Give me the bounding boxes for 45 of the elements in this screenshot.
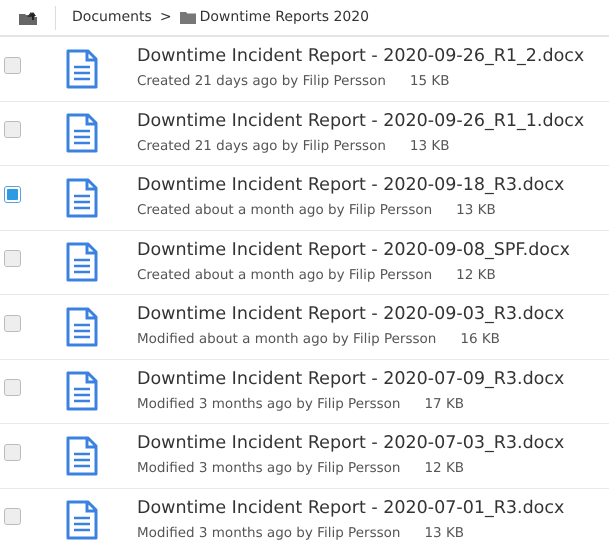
- file-name[interactable]: Downtime Incident Report - 2020-09-18_R3.docx: [137, 175, 564, 196]
- document-icon: [66, 113, 98, 154]
- file-name[interactable]: Downtime Incident Report - 2020-07-09_R3.docx: [137, 368, 564, 390]
- document-icon: [66, 500, 98, 540]
- file-name[interactable]: Downtime Incident Report - 2020-07-01_R3.docx: [137, 498, 564, 519]
- file-details: Created 21 days ago by Filip Persson: [137, 72, 386, 92]
- file-size: 13 KB: [410, 136, 450, 156]
- breadcrumb-separator: >: [160, 8, 172, 27]
- checkbox[interactable]: [4, 186, 21, 203]
- breadcrumb-link[interactable]: Documents: [72, 7, 152, 28]
- file-details: Modified 3 months ago by Filip Persson: [137, 459, 400, 478]
- file-size: 17 KB: [424, 394, 464, 414]
- file-name[interactable]: Downtime Incident Report - 2020-07-03_R3.docx: [137, 433, 564, 454]
- file-name[interactable]: Downtime Incident Report - 2020-09-26_R1_1.docx: [137, 110, 584, 132]
- file-details: Created about a month ago by Filip Persson: [137, 266, 432, 285]
- breadcrumb-link[interactable]: Downtime Reports 2020: [200, 7, 370, 28]
- document-icon: [66, 436, 98, 476]
- file-name[interactable]: Downtime Incident Report - 2020-09-03_R3.docx: [137, 304, 564, 326]
- file-details: Modified 3 months ago by Filip Persson: [137, 524, 400, 543]
- checkbox[interactable]: [4, 379, 21, 396]
- document-icon: [66, 242, 98, 282]
- folder-up-icon: [18, 10, 36, 24]
- checkbox[interactable]: [4, 508, 21, 526]
- document-icon: [66, 306, 98, 347]
- file-size: 12 KB: [424, 459, 464, 478]
- checkbox[interactable]: [4, 56, 21, 74]
- document-icon: [66, 371, 98, 412]
- checkbox[interactable]: [4, 121, 21, 138]
- file-size: 13 KB: [456, 201, 496, 220]
- file-name[interactable]: Downtime Incident Report - 2020-09-26_R1_2.docx: [137, 46, 584, 68]
- file-details: Modified about a month ago by Filip Persson: [137, 330, 436, 350]
- checkbox[interactable]: [4, 314, 21, 332]
- file-size: 13 KB: [424, 524, 464, 543]
- folder-icon: [180, 11, 196, 24]
- file-details: Created 21 days ago by Filip Persson: [137, 136, 386, 156]
- file-size: 15 KB: [410, 72, 450, 92]
- document-icon: [66, 178, 98, 218]
- file-name[interactable]: Downtime Incident Report - 2020-09-08_SPF.docx: [137, 240, 570, 261]
- file-size: 16 KB: [460, 330, 500, 350]
- checkbox[interactable]: [4, 444, 21, 461]
- document-icon: [66, 48, 98, 89]
- file-details: Modified 3 months ago by Filip Persson: [137, 394, 400, 414]
- checkbox[interactable]: [4, 250, 21, 268]
- file-size: 12 KB: [456, 266, 496, 285]
- file-details: Created about a month ago by Filip Persson: [137, 201, 432, 220]
